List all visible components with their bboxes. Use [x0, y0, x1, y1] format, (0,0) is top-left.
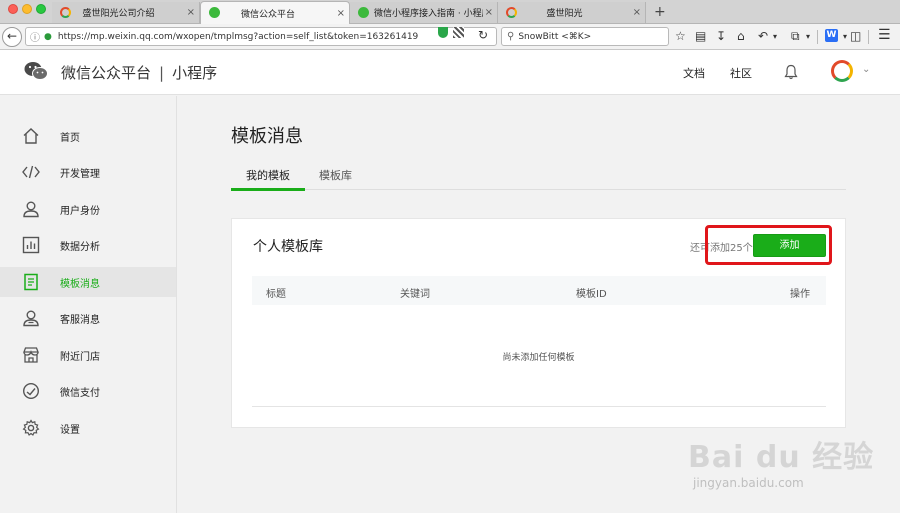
download-icon[interactable]: ↧ — [716, 29, 726, 43]
column-header-actions: 操作 — [790, 289, 810, 300]
browser-tab-strip: 盛世阳光公司介绍 × 微信公众平台 × 微信小程序接入指南 · 小程序 × 盛世… — [0, 0, 900, 24]
annotation-highlight-box — [705, 225, 832, 265]
column-header-title: 标题 — [266, 289, 286, 300]
qr-code-icon[interactable] — [453, 27, 464, 38]
code-icon — [22, 165, 40, 179]
docs-link[interactable]: 文档 — [683, 65, 705, 81]
tab-close-icon[interactable]: × — [633, 7, 641, 18]
tab-close-icon[interactable]: × — [187, 7, 195, 18]
empty-state-text: 尚未添加任何模板 — [502, 353, 575, 363]
tab-template-library[interactable]: 模板库 — [319, 167, 352, 183]
new-tab-button[interactable]: + — [654, 4, 666, 20]
sidebar-item-label: 模板消息 — [60, 278, 100, 290]
zoom-window-button[interactable] — [36, 4, 46, 14]
browser-tab-title: 微信小程序接入指南 · 小程序 — [374, 9, 483, 19]
sidebar-item-settings[interactable]: 设置 — [0, 413, 176, 443]
store-icon — [23, 347, 39, 363]
search-input[interactable]: ⚲ SnowBitt <⌘K> — [501, 27, 669, 46]
lock-icon: ● — [44, 31, 52, 42]
bell-icon[interactable] — [784, 64, 798, 80]
search-icon: ⚲ — [507, 31, 515, 42]
sidebar-item-label: 附近门店 — [60, 351, 100, 363]
crop-icon[interactable]: ⧉ — [791, 29, 800, 44]
table-header: 标题 关键词 模板ID 操作 — [252, 276, 826, 305]
close-window-button[interactable] — [8, 4, 18, 14]
sidebar-item-home[interactable]: 首页 — [0, 121, 176, 151]
shield-icon[interactable] — [438, 27, 448, 38]
tab-close-icon[interactable]: × — [337, 8, 345, 19]
browser-toolbar: ← ⓘ ● https://mp.weixin.qq.com/wxopen/tm… — [0, 24, 900, 50]
sidebar-item-label: 开发管理 — [60, 168, 100, 180]
sidebar: 首页 开发管理 用户身份 数据分析 模板消息 客服消息 附近门店 微信支付 设置 — [0, 96, 177, 513]
gear-icon — [22, 419, 40, 436]
baidu-watermark: Bai du 经验 — [688, 440, 875, 475]
sidebar-item-analytics[interactable]: 数据分析 — [0, 230, 176, 260]
train-icon[interactable]: ◫ — [850, 29, 861, 43]
reload-icon[interactable]: ↻ — [478, 28, 488, 42]
sidebar-item-label: 数据分析 — [60, 241, 100, 253]
tab-close-icon[interactable]: × — [485, 7, 493, 18]
chart-icon — [22, 236, 40, 254]
sidebar-item-label: 微信支付 — [60, 387, 100, 399]
browser-tab-title: 盛世阳光公司介绍 — [82, 9, 155, 19]
toolbar-divider — [868, 30, 869, 44]
toolbar-divider — [817, 30, 818, 44]
tab-my-templates[interactable]: 我的模板 — [246, 167, 290, 183]
page-title: 模板消息 — [231, 126, 303, 147]
minimize-window-button[interactable] — [22, 4, 32, 14]
sidebar-item-user-identity[interactable]: 用户身份 — [0, 194, 176, 224]
back-arrow-icon[interactable]: ← — [2, 27, 22, 47]
sidebar-item-label: 用户身份 — [60, 205, 100, 217]
community-link[interactable]: 社区 — [730, 65, 752, 81]
sidebar-item-label: 客服消息 — [60, 314, 100, 326]
undo-icon[interactable]: ↶ — [758, 29, 768, 43]
browser-tab[interactable]: 微信小程序接入指南 · 小程序 × — [350, 2, 498, 23]
sidebar-item-label: 设置 — [60, 424, 80, 436]
brand-name: 微信公众平台 — [61, 64, 152, 82]
chevron-down-icon[interactable]: ▾ — [773, 32, 777, 41]
payment-icon — [22, 382, 40, 400]
chevron-down-icon[interactable]: ▾ — [843, 32, 847, 41]
baidu-watermark-url: jingyan.baidu.com — [693, 476, 804, 490]
sidebar-item-nearby-stores[interactable]: 附近门店 — [0, 340, 176, 370]
template-tabs: 我的模板 模板库 — [231, 162, 846, 191]
brand-title[interactable]: 微信公众平台 | 小程序 — [61, 62, 217, 83]
reading-list-icon[interactable]: ▤ — [695, 29, 706, 43]
document-icon — [24, 273, 38, 291]
column-header-template-id: 模板ID — [576, 289, 607, 300]
wechat-logo-icon — [24, 62, 48, 80]
browser-tab[interactable]: 盛世阳光 × — [498, 2, 646, 23]
w-extension-icon[interactable]: W — [825, 29, 838, 42]
panel-title: 个人模板库 — [253, 239, 323, 255]
column-header-keywords: 关键词 — [400, 289, 430, 300]
hamburger-menu-icon[interactable]: ☰ — [878, 27, 891, 43]
sidebar-item-label: 首页 — [60, 132, 80, 144]
home-icon[interactable]: ⌂ — [737, 29, 745, 43]
sidebar-item-wechat-pay[interactable]: 微信支付 — [0, 376, 176, 406]
sidebar-item-dev[interactable]: 开发管理 — [0, 157, 176, 187]
sidebar-item-customer-service[interactable]: 客服消息 — [0, 303, 176, 333]
sidebar-item-template-messages[interactable]: 模板消息 — [0, 267, 176, 297]
chevron-down-icon[interactable]: ⌄ — [862, 64, 870, 75]
address-bar[interactable]: ⓘ ● https://mp.weixin.qq.com/wxopen/tmpl… — [25, 27, 497, 46]
browser-tab-title: 盛世阳光 — [546, 9, 583, 19]
site-header: 微信公众平台 | 小程序 文档 社区 ⌄ — [0, 50, 900, 95]
search-placeholder: SnowBitt <⌘K> — [518, 31, 592, 42]
user-icon — [23, 201, 39, 218]
browser-tab-title: 微信公众平台 — [240, 9, 295, 20]
support-user-icon — [23, 310, 39, 327]
wechat-favicon-icon — [358, 7, 369, 18]
browser-tab[interactable]: 盛世阳光公司介绍 × — [52, 2, 200, 23]
info-icon[interactable]: ⓘ — [30, 29, 40, 44]
home-icon — [23, 128, 39, 144]
table-divider — [252, 406, 826, 407]
product-name: 小程序 — [172, 64, 218, 82]
bookmark-star-icon[interactable]: ☆ — [675, 29, 686, 43]
brand-separator: | — [159, 64, 165, 82]
avatar[interactable] — [831, 60, 853, 82]
chevron-down-icon[interactable]: ▾ — [806, 32, 810, 41]
active-tab-indicator — [231, 188, 305, 191]
browser-tab-active[interactable]: 微信公众平台 × — [200, 1, 350, 24]
url-text[interactable]: https://mp.weixin.qq.com/wxopen/tmplmsg?… — [58, 32, 418, 42]
